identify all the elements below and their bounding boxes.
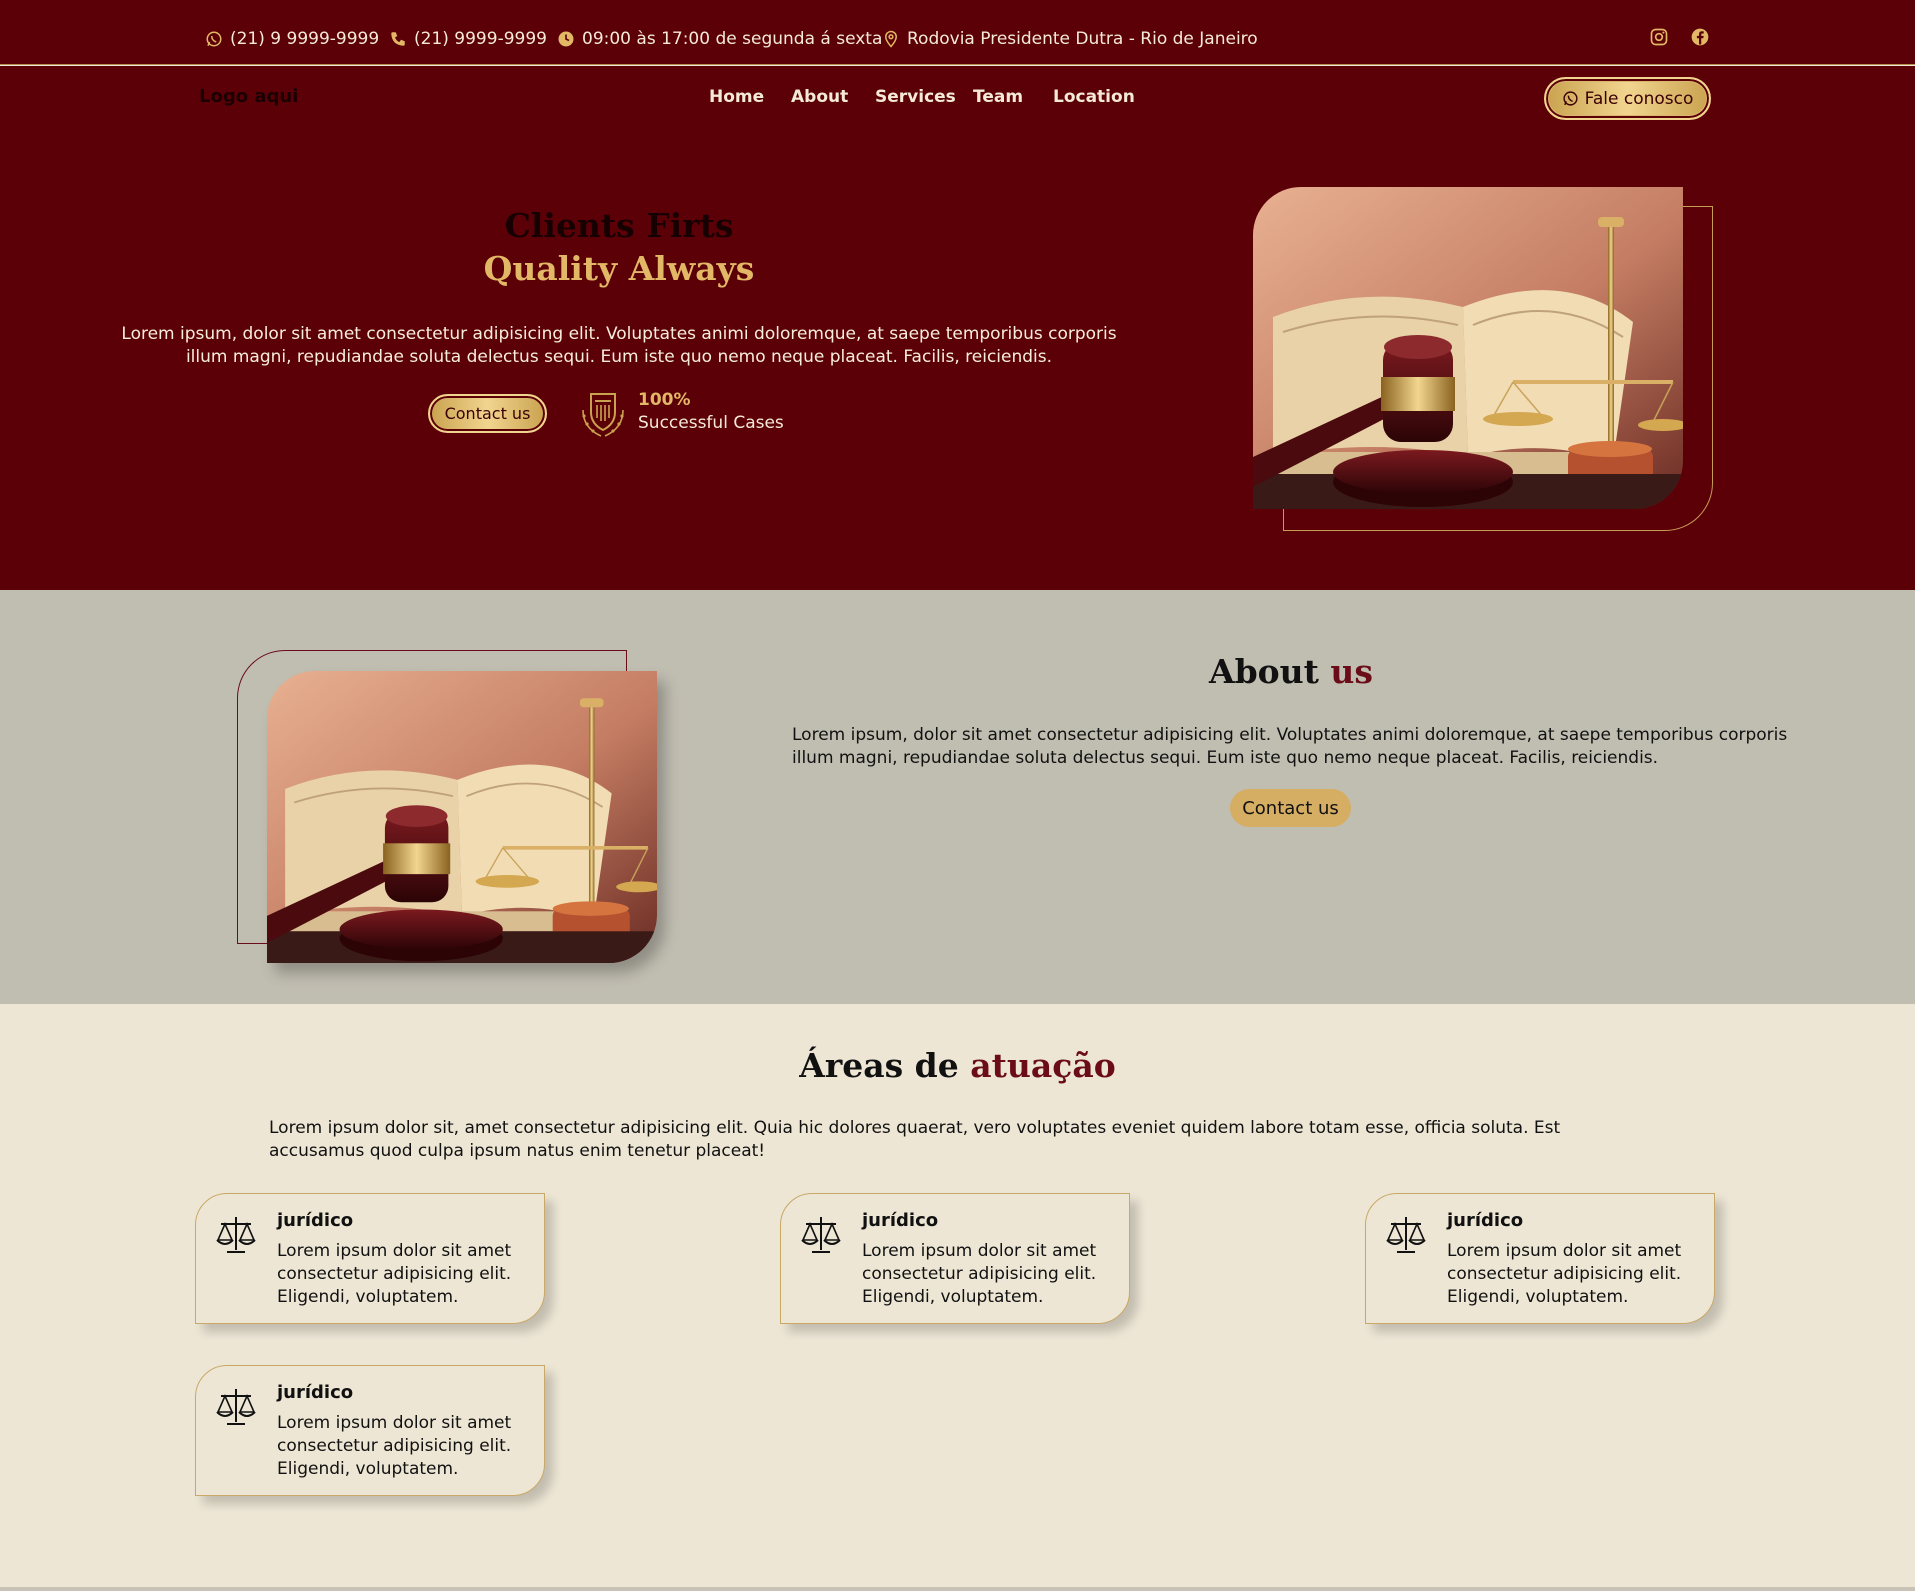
area-card-title: jurídico <box>862 1210 939 1231</box>
areas-title: Áreas de atuação <box>0 1046 1915 1085</box>
scales-of-justice-icon <box>1386 1217 1426 1253</box>
area-card-text: Lorem ipsum dolor sit amet consectetur a… <box>862 1241 1097 1307</box>
scales-of-justice-icon <box>801 1217 841 1253</box>
whatsapp-contact[interactable]: (21) 9 9999-9999 <box>205 26 379 52</box>
about-contact-button[interactable]: Contact us <box>1230 789 1351 827</box>
logo[interactable]: Logo aqui <box>199 86 298 107</box>
fale-conosco-label: Fale conosco <box>1584 88 1694 109</box>
scales-of-justice-icon <box>216 1217 256 1253</box>
success-rate-value: 100% <box>638 390 691 410</box>
success-rate-label: Successful Cases <box>638 413 784 433</box>
about-title-main: About <box>1208 652 1319 691</box>
footer-divider <box>0 1587 1915 1591</box>
area-card-title: jurídico <box>277 1382 354 1403</box>
clock-icon <box>558 31 574 47</box>
area-card-text: Lorem ipsum dolor sit amet consectetur a… <box>1447 1241 1682 1307</box>
phone-contact[interactable]: (21) 9999-9999 <box>389 26 547 52</box>
nav-services[interactable]: Services <box>875 87 956 107</box>
about-section: About us Lorem ipsum, dolor sit amet con… <box>0 590 1915 1004</box>
address-text: Rodovia Presidente Dutra - Rio de Janeir… <box>907 29 1258 49</box>
nav-about[interactable]: About <box>791 87 848 107</box>
areas-title-main: Áreas de <box>799 1046 959 1085</box>
main-navbar: Logo aqui Home About Services Team Locat… <box>0 66 1915 130</box>
area-card[interactable]: jurídico Lorem ipsum dolor sit amet cons… <box>195 1193 545 1324</box>
scales-of-justice-icon <box>216 1389 256 1425</box>
address[interactable]: Rodovia Presidente Dutra - Rio de Janeir… <box>882 26 1258 52</box>
whatsapp-icon <box>1563 91 1578 106</box>
about-title-accent: us <box>1330 652 1373 691</box>
hours-text: 09:00 às 17:00 de segunda á sexta <box>582 29 883 49</box>
phone-icon <box>391 32 405 46</box>
area-card-text: Lorem ipsum dolor sit amet consectetur a… <box>277 1241 512 1307</box>
area-card[interactable]: jurídico Lorem ipsum dolor sit amet cons… <box>1365 1193 1715 1324</box>
location-pin-icon <box>884 30 898 48</box>
hero-gavel-image <box>1253 187 1683 509</box>
nav-team[interactable]: Team <box>973 87 1023 107</box>
top-contact-bar: (21) 9 9999-9999 (21) 9999-9999 09:00 às… <box>0 0 1915 65</box>
hero-description: Lorem ipsum, dolor sit amet consectetur … <box>121 324 1117 367</box>
about-description: Lorem ipsum, dolor sit amet consectetur … <box>792 725 1788 768</box>
fale-conosco-button[interactable]: Fale conosco <box>1544 77 1711 120</box>
areas-description: Lorem ipsum dolor sit, amet consectetur … <box>269 1118 1561 1161</box>
hero-section: Clients Firts Quality Always Lorem ipsum… <box>0 130 1915 590</box>
facebook-icon[interactable] <box>1690 27 1710 47</box>
area-card-title: jurídico <box>1447 1210 1524 1231</box>
areas-title-accent: atuação <box>970 1046 1116 1085</box>
hero-title-line1: Clients Firts <box>504 206 734 245</box>
area-card[interactable]: jurídico Lorem ipsum dolor sit amet cons… <box>780 1193 1130 1324</box>
about-title: About us <box>792 652 1790 691</box>
area-card[interactable]: jurídico Lorem ipsum dolor sit amet cons… <box>195 1365 545 1496</box>
area-card-title: jurídico <box>277 1210 354 1231</box>
nav-home[interactable]: Home <box>709 87 764 107</box>
about-gavel-image <box>267 671 657 963</box>
phone-number: (21) 9999-9999 <box>414 29 547 49</box>
shield-laurel-icon <box>582 393 624 437</box>
instagram-icon[interactable] <box>1649 27 1669 47</box>
hero-title-line2: Quality Always <box>483 249 755 288</box>
business-hours: 09:00 às 17:00 de segunda á sexta <box>557 26 882 52</box>
whatsapp-icon <box>206 31 222 47</box>
nav-location[interactable]: Location <box>1053 87 1135 107</box>
whatsapp-number: (21) 9 9999-9999 <box>230 29 380 49</box>
area-card-text: Lorem ipsum dolor sit amet consectetur a… <box>277 1413 512 1479</box>
practice-areas-section: Áreas de atuação Lorem ipsum dolor sit, … <box>0 1004 1915 1587</box>
hero-contact-button[interactable]: Contact us <box>428 394 547 433</box>
